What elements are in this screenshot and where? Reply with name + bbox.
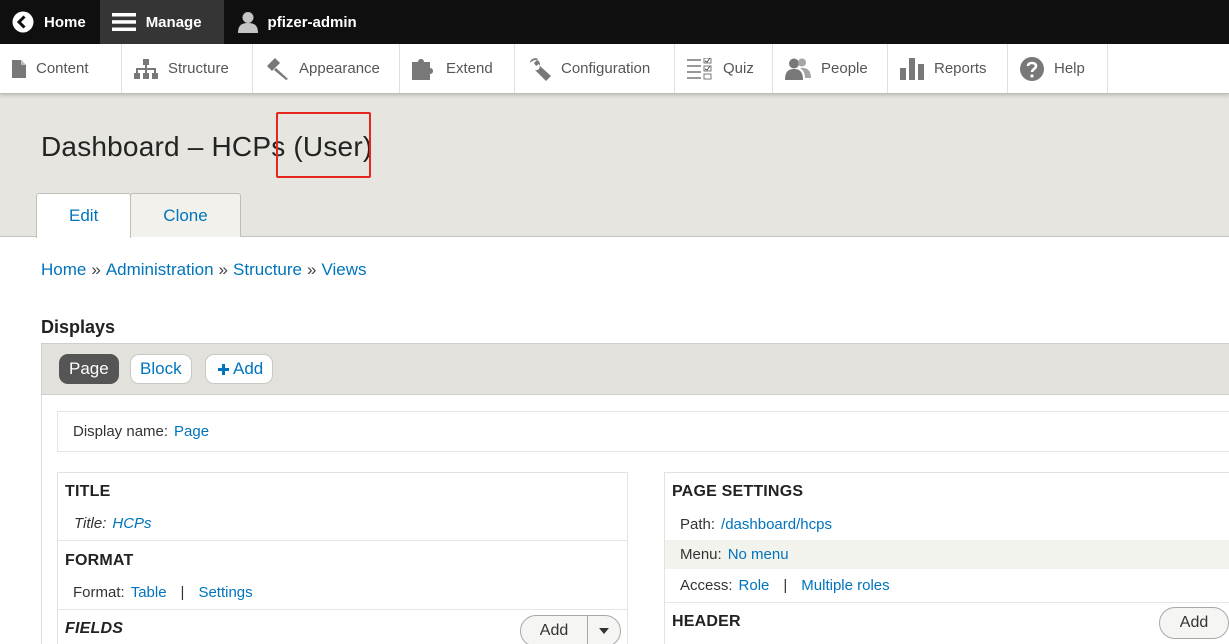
tray-item-content[interactable]: Content [0, 44, 122, 93]
tray-item-label: Help [1054, 60, 1085, 77]
display-name-link[interactable]: Page [174, 423, 209, 440]
plus-icon [218, 363, 229, 375]
user-icon [237, 12, 258, 33]
display-tab-page[interactable]: Page [59, 354, 119, 384]
admin-toolbar: Home Manage pfizer-admin [0, 0, 1229, 44]
checklist-icon [687, 57, 712, 79]
title-section-heading: TITLE [65, 483, 111, 500]
add-display-label: Add [233, 359, 264, 378]
format-table-link[interactable]: Table [131, 584, 167, 601]
header-section-heading: HEADER [672, 613, 741, 630]
access-label: Access: [680, 577, 733, 594]
fields-section-heading: FIELDS [65, 620, 124, 637]
format-section-heading: FORMAT [65, 552, 134, 569]
toolbar-user-label: pfizer-admin [267, 13, 357, 31]
question-icon [1020, 56, 1044, 81]
breadcrumb-separator: » [91, 260, 101, 279]
divider [665, 602, 1229, 603]
document-icon [12, 59, 26, 78]
divider [58, 609, 627, 610]
primary-tabs: Edit Clone [36, 193, 241, 238]
paintbrush-icon [267, 57, 288, 80]
title-value-link[interactable]: HCPs [112, 515, 151, 532]
menu-row: Menu: No menu [680, 546, 789, 563]
back-arrow-icon [12, 11, 34, 33]
tray-item-label: Appearance [299, 60, 380, 77]
caret-down-icon [599, 628, 609, 634]
tray-item-label: Content [36, 60, 89, 77]
tray-item-quiz[interactable]: Quiz [675, 44, 773, 93]
display-name-row: Display name: Page [57, 411, 1229, 452]
page-settings-heading: PAGE SETTINGS [672, 483, 804, 500]
highlight-annotation-box [276, 112, 371, 178]
menu-label: Menu: [680, 546, 722, 563]
title-row: Title: HCPs [74, 515, 152, 532]
pipe-separator: | [180, 584, 185, 601]
puzzle-icon [412, 58, 433, 80]
breadcrumb-views[interactable]: Views [321, 260, 366, 279]
path-row: Path: /dashboard/hcps [680, 516, 832, 533]
display-tab-block[interactable]: Block [130, 354, 192, 384]
bar-chart-icon [900, 57, 924, 80]
toolbar-home[interactable]: Home [0, 0, 100, 44]
tray-item-label: People [821, 60, 868, 77]
divider [58, 540, 627, 541]
access-multiple-roles-link[interactable]: Multiple roles [801, 577, 889, 594]
add-display-button[interactable]: Add [205, 354, 274, 384]
tray-item-structure[interactable]: Structure [122, 44, 253, 93]
path-label: Path: [680, 516, 716, 533]
fields-add-dropbutton: Add [520, 615, 621, 644]
access-row: Access: Role | Multiple roles [680, 577, 890, 594]
breadcrumb: Home» Administration» Structure» Views [41, 260, 367, 280]
tab-clone[interactable]: Clone [130, 193, 241, 237]
tray-item-help[interactable]: Help [1008, 44, 1108, 93]
menu-link[interactable]: No menu [728, 546, 789, 563]
access-role-link[interactable]: Role [739, 577, 770, 594]
tray-item-label: Configuration [561, 60, 651, 77]
breadcrumb-separator: » [307, 260, 317, 279]
fields-add-toggle[interactable] [588, 616, 620, 644]
tray-item-extend[interactable]: Extend [400, 44, 515, 93]
fields-add-button[interactable]: Add [521, 616, 588, 644]
format-row: Format: Table | Settings [73, 584, 253, 601]
admin-tray: Content Structure Appearance Extend Conf… [0, 44, 1229, 94]
tray-item-configuration[interactable]: Configuration [515, 44, 675, 93]
wrench-icon [530, 57, 551, 81]
tray-item-label: Quiz [723, 60, 754, 77]
pipe-separator: | [783, 577, 788, 594]
breadcrumb-structure[interactable]: Structure [233, 260, 302, 279]
tray-item-label: Reports [934, 60, 987, 77]
breadcrumb-administration[interactable]: Administration [106, 260, 214, 279]
tray-item-label: Extend [446, 60, 493, 77]
format-settings-link[interactable]: Settings [198, 584, 252, 601]
tray-item-reports[interactable]: Reports [888, 44, 1008, 93]
title-label: Title: [74, 515, 107, 532]
tab-edit[interactable]: Edit [36, 193, 132, 238]
toolbar-home-label: Home [44, 13, 86, 31]
header-add-button[interactable]: Add [1159, 607, 1229, 639]
displays-heading: Displays [41, 317, 116, 337]
sitemap-icon [134, 58, 158, 79]
toolbar-user[interactable]: pfizer-admin [224, 0, 371, 44]
breadcrumb-home[interactable]: Home [41, 260, 86, 279]
path-link[interactable]: /dashboard/hcps [721, 516, 832, 533]
people-icon [785, 58, 811, 80]
tray-item-people[interactable]: People [773, 44, 888, 93]
tray-item-label: Structure [168, 60, 229, 77]
toolbar-manage-label: Manage [145, 13, 202, 31]
toolbar-manage[interactable]: Manage [99, 0, 224, 44]
hamburger-icon [111, 13, 136, 31]
tray-item-appearance[interactable]: Appearance [253, 44, 400, 93]
breadcrumb-separator: » [218, 260, 229, 279]
display-name-label: Display name: [73, 423, 169, 440]
format-label: Format: [73, 584, 125, 601]
